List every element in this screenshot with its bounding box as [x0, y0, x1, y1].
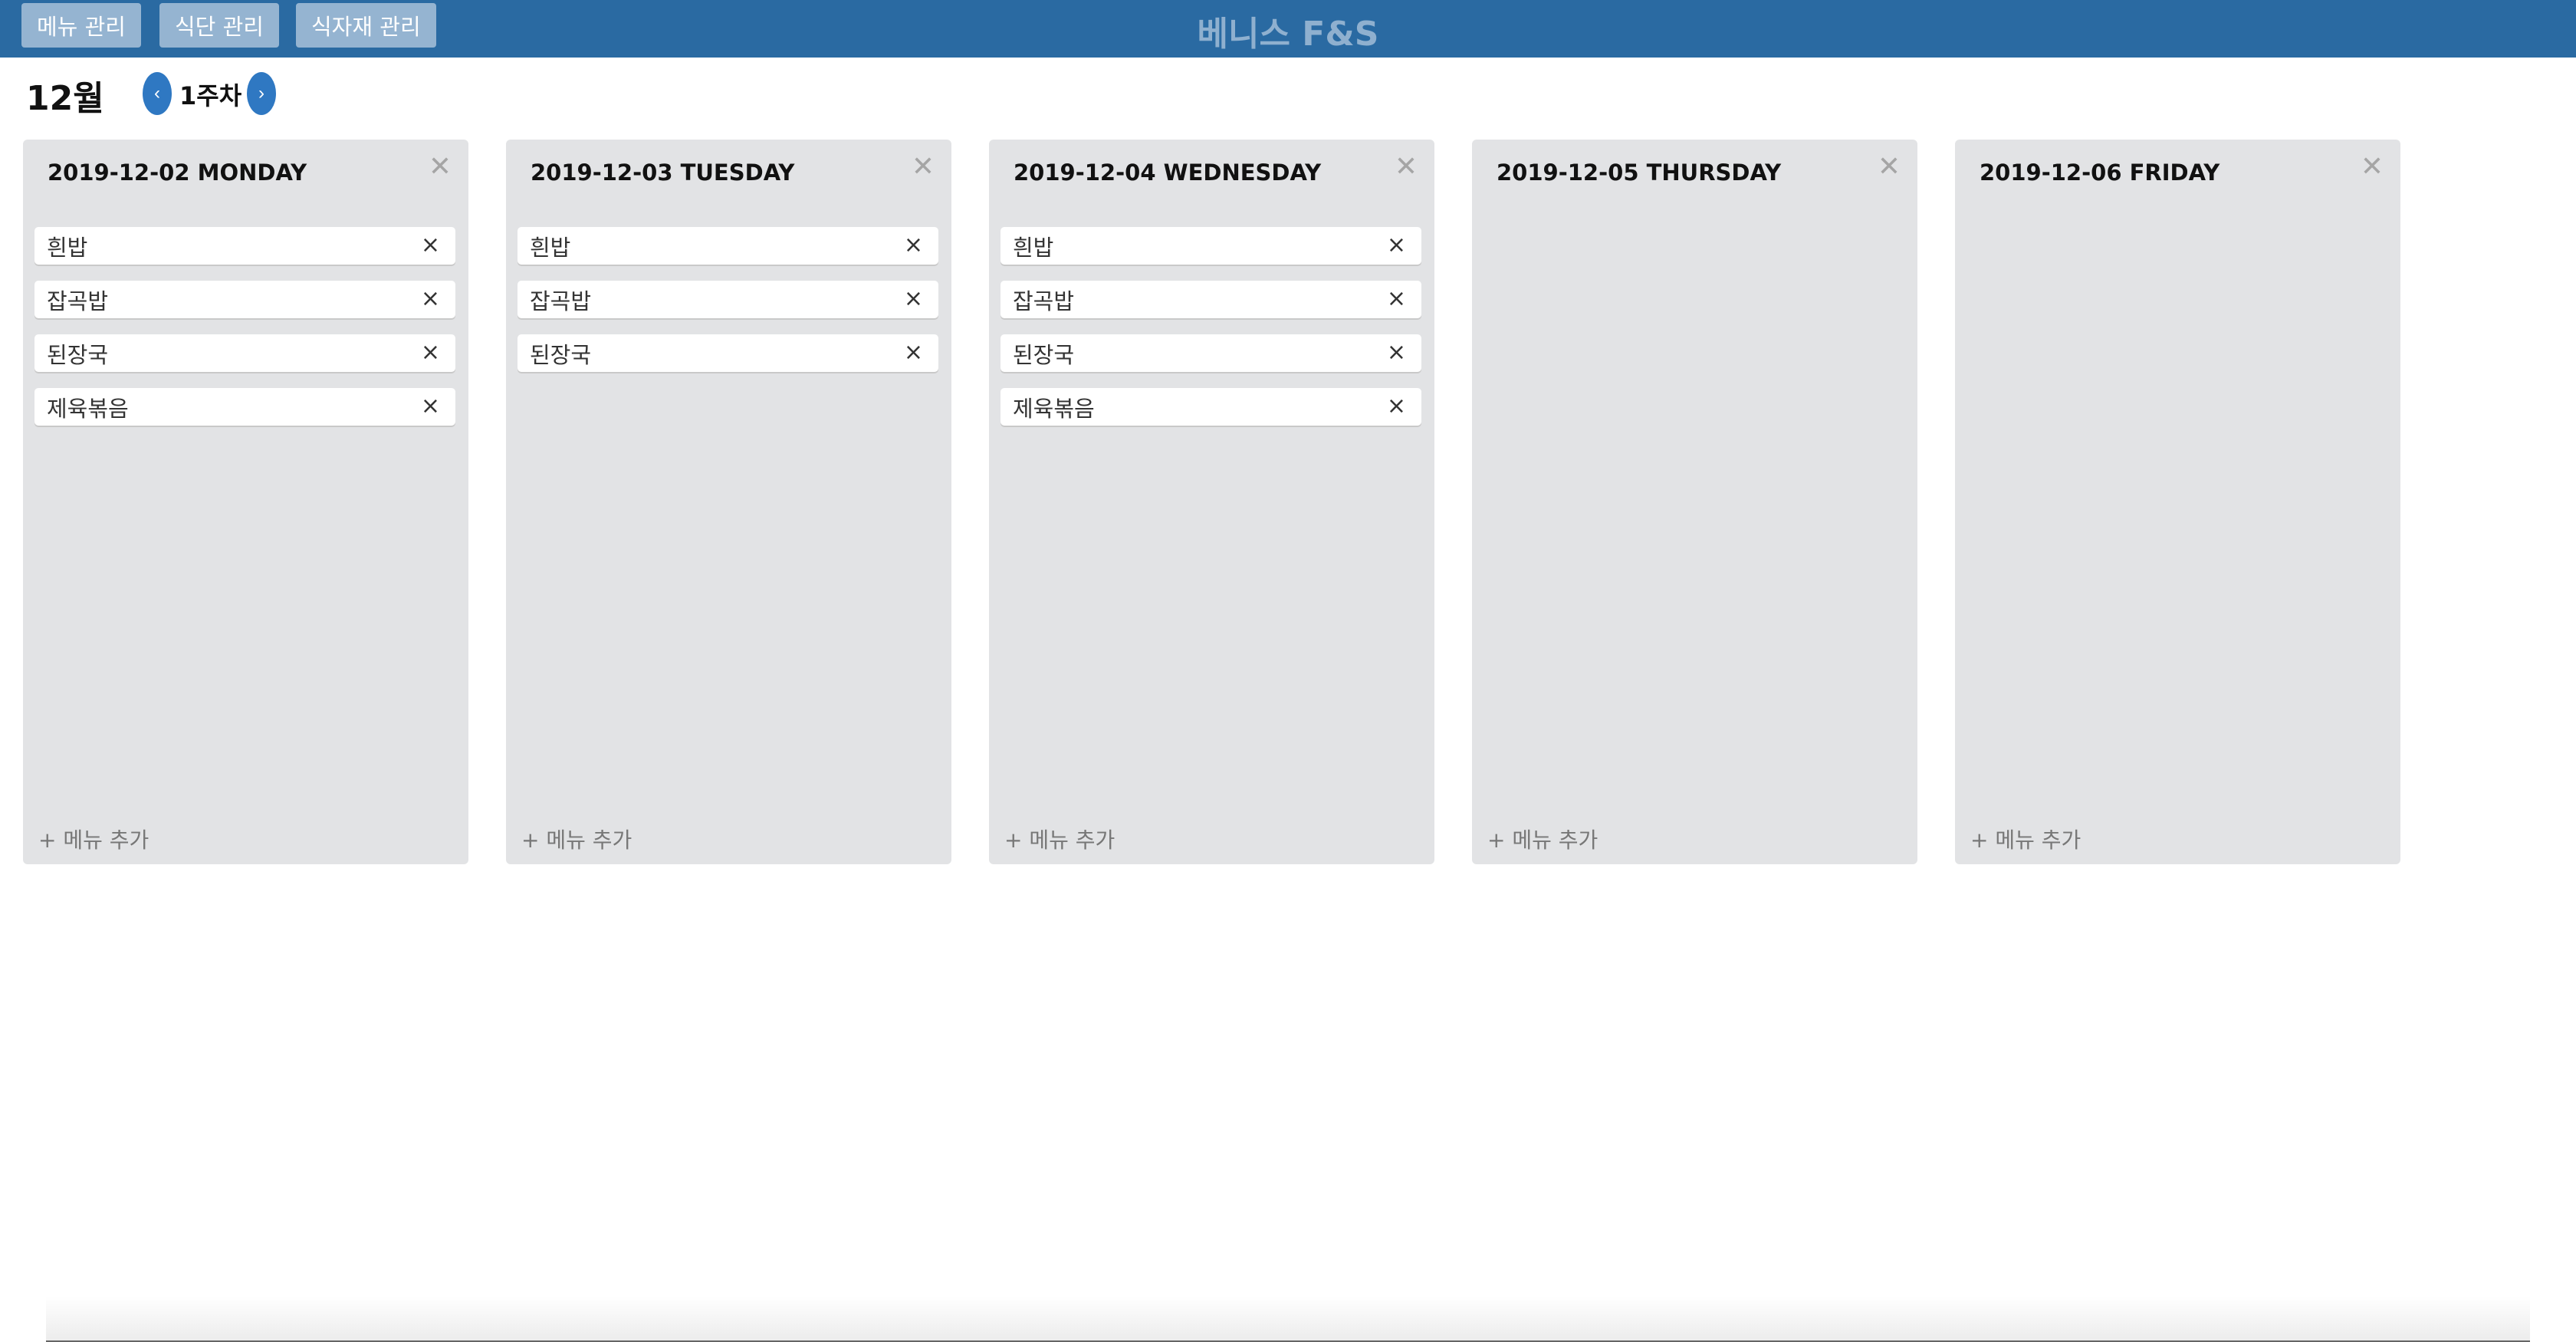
menu-item[interactable]: 잡곡밥 ×: [1001, 281, 1421, 318]
month-label: 12월: [26, 79, 104, 118]
menu-item-label: 된장국: [1013, 341, 1075, 368]
add-menu-button[interactable]: + 메뉴 추가: [38, 824, 149, 854]
menu-item-label: 잡곡밥: [47, 288, 109, 314]
add-menu-button[interactable]: + 메뉴 추가: [521, 824, 632, 854]
menu-item[interactable]: 흰밥 ×: [34, 227, 455, 265]
day-title: 2019-12-04 WEDNESDAY: [1014, 160, 1322, 186]
close-icon[interactable]: ✕: [429, 153, 452, 181]
remove-item-icon[interactable]: ×: [1387, 232, 1406, 258]
add-menu-button[interactable]: + 메뉴 추가: [1004, 824, 1115, 854]
remove-item-icon[interactable]: ×: [1387, 393, 1406, 419]
chevron-right-icon: ›: [258, 83, 264, 104]
chevron-left-icon: ‹: [154, 83, 160, 104]
menu-item-label: 제육볶음: [47, 395, 129, 422]
next-week-button[interactable]: ›: [247, 72, 276, 115]
remove-item-icon[interactable]: ×: [1387, 339, 1406, 366]
menu-item-label: 흰밥: [530, 234, 571, 261]
week-label: 1주차: [179, 81, 242, 110]
menu-item-label: 잡곡밥: [530, 288, 592, 314]
menu-item[interactable]: 제육볶음 ×: [34, 388, 455, 426]
day-title: 2019-12-03 TUESDAY: [531, 160, 795, 186]
day-title: 2019-12-05 THURSDAY: [1497, 160, 1782, 186]
remove-item-icon[interactable]: ×: [421, 232, 440, 258]
menu-item[interactable]: 된장국 ×: [518, 334, 938, 372]
remove-item-icon[interactable]: ×: [904, 339, 923, 366]
menu-item-label: 흰밥: [1013, 234, 1054, 261]
menu-item-label: 잡곡밥: [1013, 288, 1075, 314]
menu-item[interactable]: 흰밥 ×: [1001, 227, 1421, 265]
remove-item-icon[interactable]: ×: [421, 339, 440, 366]
prev-week-button[interactable]: ‹: [143, 72, 172, 115]
menu-item[interactable]: 제육볶음 ×: [1001, 388, 1421, 426]
menu-item[interactable]: 흰밥 ×: [518, 227, 938, 265]
add-menu-button[interactable]: + 메뉴 추가: [1487, 824, 1598, 854]
menu-item[interactable]: 잡곡밥 ×: [34, 281, 455, 318]
remove-item-icon[interactable]: ×: [421, 393, 440, 419]
remove-item-icon[interactable]: ×: [1387, 285, 1406, 312]
remove-item-icon[interactable]: ×: [421, 285, 440, 312]
menu-item[interactable]: 된장국 ×: [34, 334, 455, 372]
menu-item-label: 된장국: [47, 341, 109, 368]
day-column: 2019-12-06 FRIDAY ✕ + 메뉴 추가: [1955, 140, 2400, 864]
day-title: 2019-12-06 FRIDAY: [1980, 160, 2220, 186]
day-title: 2019-12-02 MONDAY: [48, 160, 307, 186]
remove-item-icon[interactable]: ×: [904, 285, 923, 312]
menu-item-label: 된장국: [530, 341, 592, 368]
window-bottom-edge: [46, 1296, 2530, 1342]
day-column: 2019-12-02 MONDAY ✕ 흰밥 × 잡곡밥 × 된장국 × 제육볶…: [23, 140, 468, 864]
top-bar: 메뉴 관리 식단 관리 식자재 관리 베니스 F&S: [0, 0, 2576, 58]
day-column: 2019-12-04 WEDNESDAY ✕ 흰밥 × 잡곡밥 × 된장국 × …: [989, 140, 1434, 864]
close-icon[interactable]: ✕: [1395, 153, 1418, 181]
close-icon[interactable]: ✕: [2361, 153, 2384, 181]
day-column: 2019-12-03 TUESDAY ✕ 흰밥 × 잡곡밥 × 된장국 × + 메…: [506, 140, 951, 864]
menu-item-label: 제육볶음: [1013, 395, 1095, 422]
close-icon[interactable]: ✕: [912, 153, 935, 181]
brand-title: 베니스 F&S: [1197, 15, 1379, 54]
menu-item-label: 흰밥: [47, 234, 88, 261]
close-icon[interactable]: ✕: [1878, 153, 1901, 181]
menu-item[interactable]: 잡곡밥 ×: [518, 281, 938, 318]
add-menu-button[interactable]: + 메뉴 추가: [1970, 824, 2081, 854]
menu-item[interactable]: 된장국 ×: [1001, 334, 1421, 372]
remove-item-icon[interactable]: ×: [904, 232, 923, 258]
day-column: 2019-12-05 THURSDAY ✕ + 메뉴 추가: [1472, 140, 1917, 864]
